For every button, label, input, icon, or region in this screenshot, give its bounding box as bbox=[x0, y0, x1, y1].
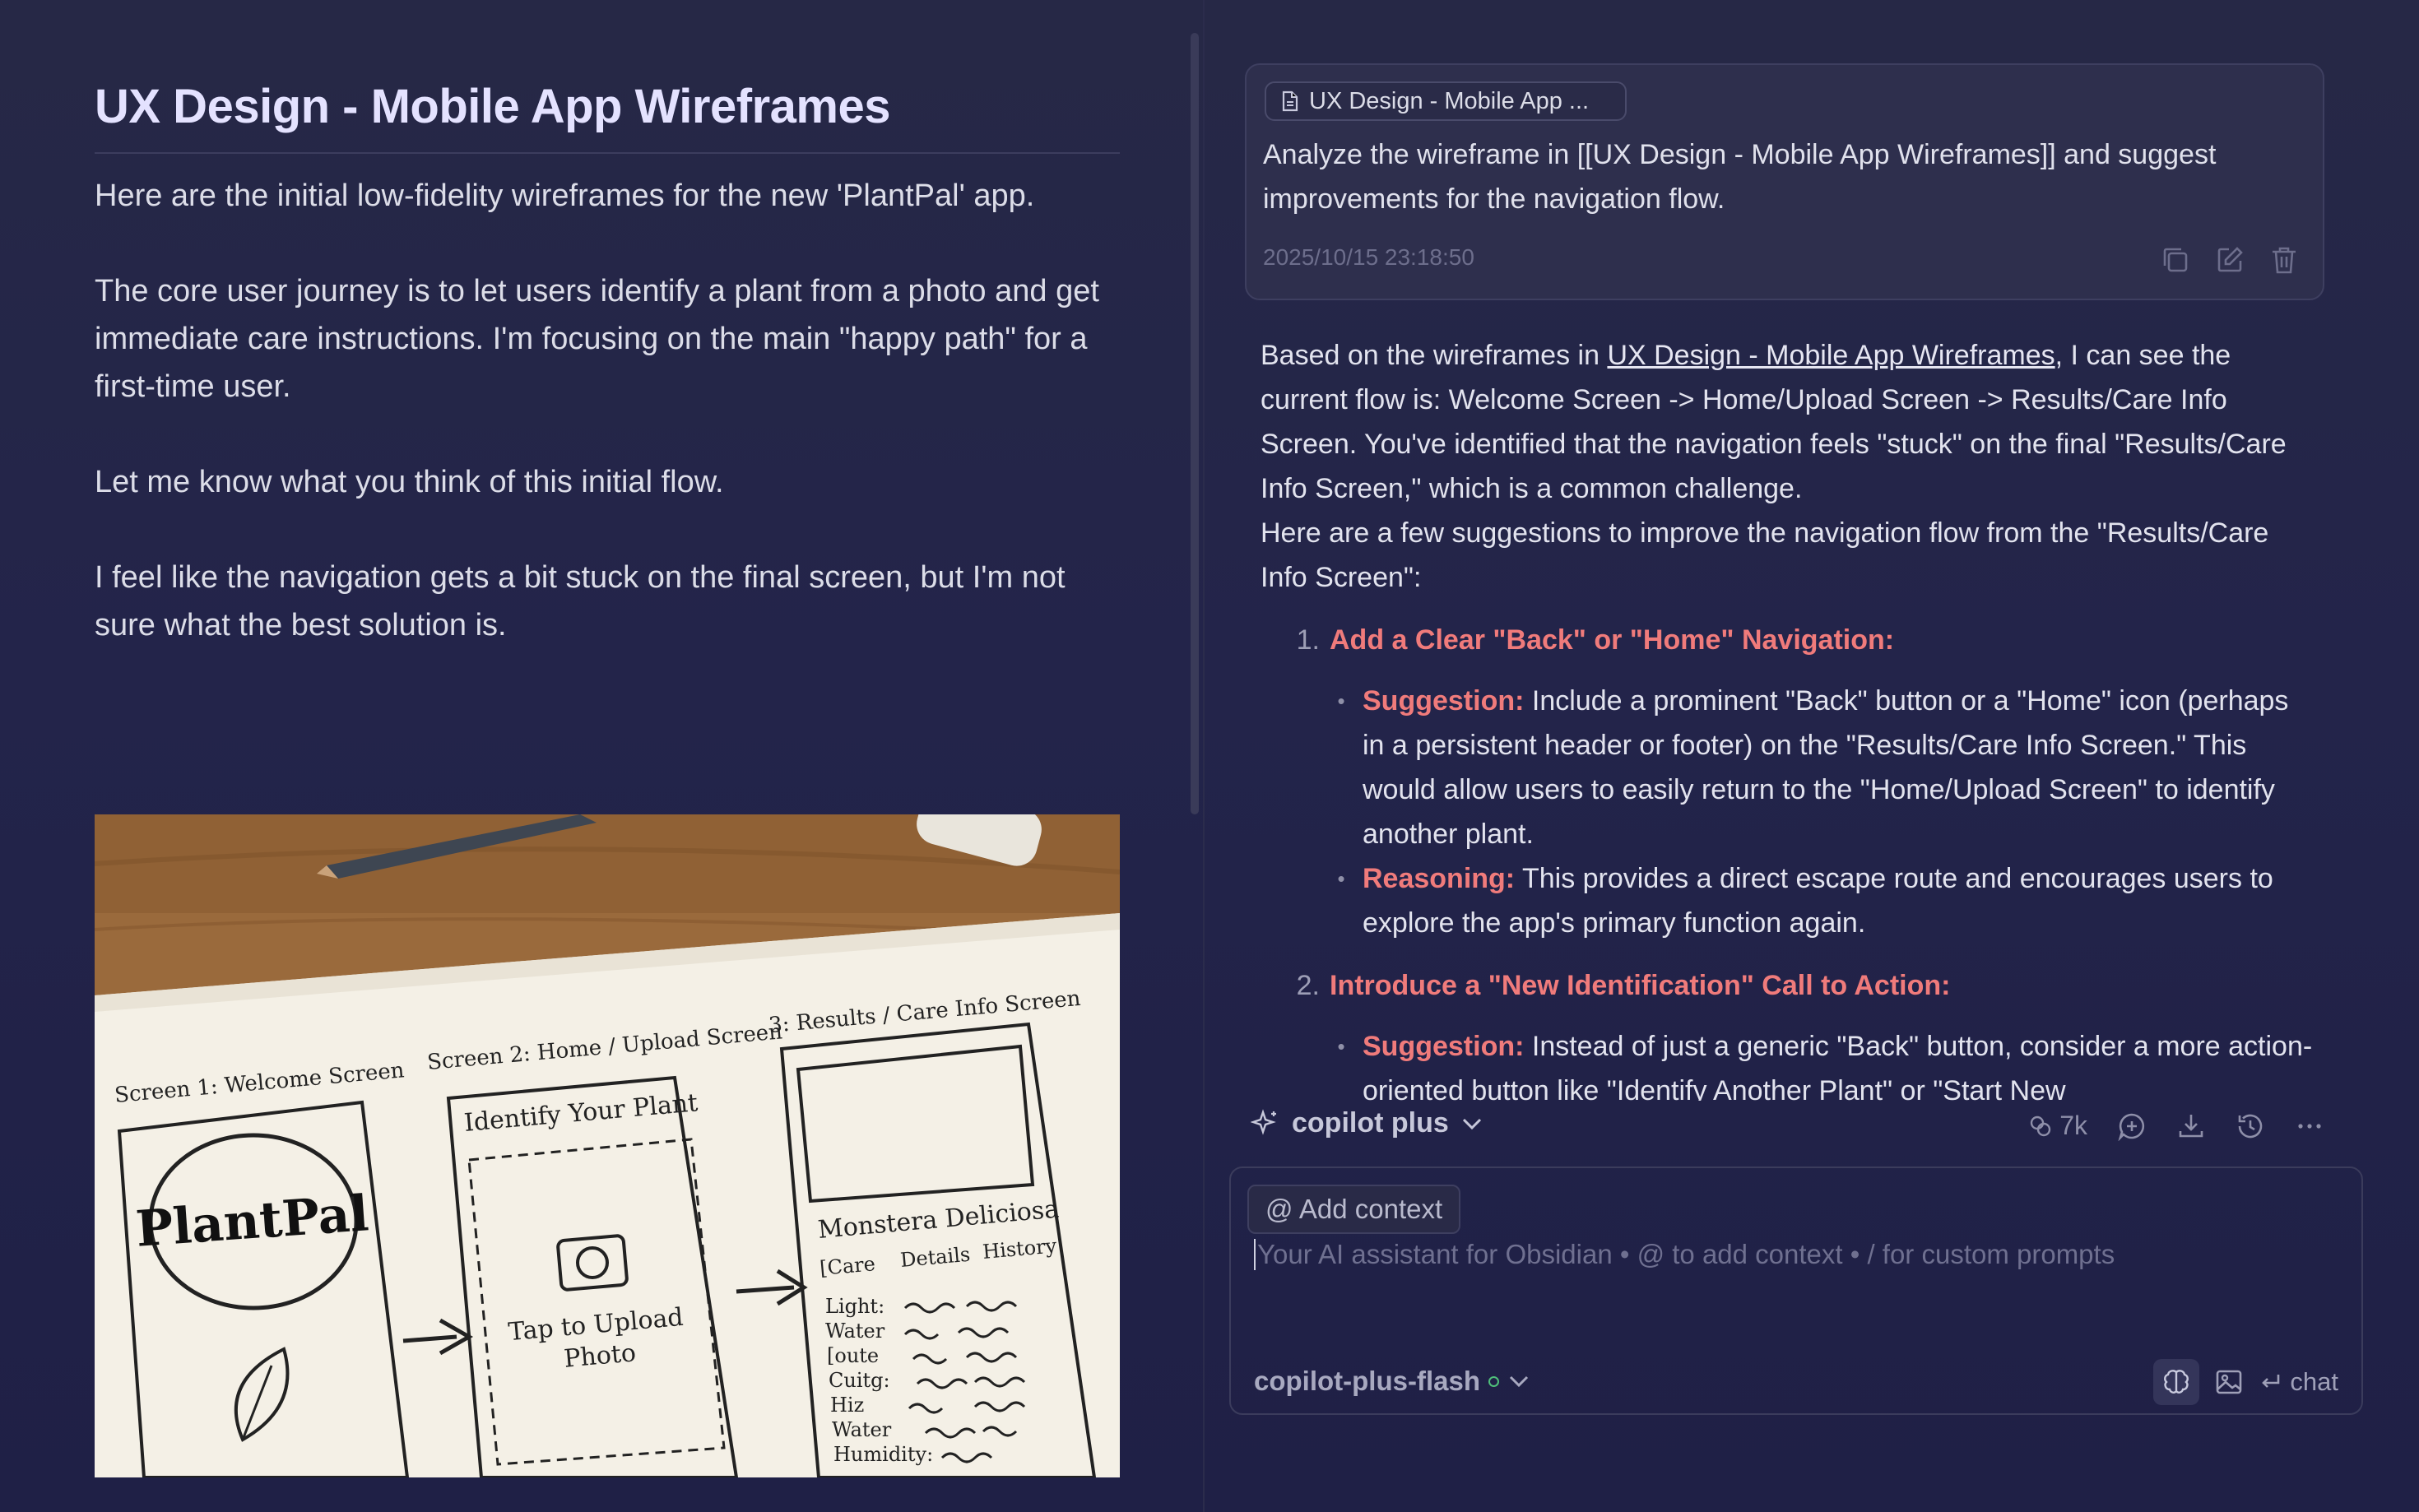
sketch-row: Light: bbox=[825, 1295, 884, 1318]
note-paragraph: Here are the initial low-fidelity wirefr… bbox=[95, 179, 1035, 213]
bullet-icon: • bbox=[1337, 866, 1345, 891]
list-item: 2. Introduce a "New Identification" Call… bbox=[1261, 963, 2314, 1008]
status-dot-icon bbox=[1488, 1375, 1499, 1387]
context-chip-label: UX Design - Mobile App ... bbox=[1309, 87, 1590, 114]
bullet-label: Reasoning: bbox=[1363, 863, 1516, 894]
mode-label: copilot plus bbox=[1292, 1107, 1449, 1139]
context-chip[interactable]: UX Design - Mobile App ... bbox=[1265, 81, 1627, 121]
text-caret bbox=[1254, 1239, 1256, 1270]
token-count[interactable]: 7k bbox=[2028, 1111, 2087, 1141]
sketch-row: Water bbox=[832, 1418, 892, 1441]
coins-icon bbox=[2028, 1114, 2053, 1139]
chevron-down-icon bbox=[1460, 1115, 1483, 1132]
note-title: UX Design - Mobile App Wireframes bbox=[95, 78, 1120, 154]
ai-response: Based on the wireframes in UX Design - M… bbox=[1261, 333, 2314, 1101]
sketch-tab: [Care bbox=[819, 1252, 876, 1280]
chat-input[interactable]: Your AI assistant for Obsidian • @ to ad… bbox=[1254, 1239, 2115, 1270]
chat-toolbar: copilot plus 7k bbox=[1251, 1107, 2324, 1148]
bullet-item: • Reasoning: This provides a direct esca… bbox=[1320, 856, 2314, 945]
bullet-list: • Suggestion: Instead of just a generic … bbox=[1320, 1024, 2314, 1101]
message-timestamp: 2025/10/15 23:18:50 bbox=[1263, 244, 1474, 270]
bullet-item: • Suggestion: Instead of just a generic … bbox=[1320, 1024, 2314, 1101]
bullet-label: Suggestion: bbox=[1363, 1031, 1525, 1062]
message-actions bbox=[2160, 244, 2300, 276]
ai-intro: Based on the wireframes in UX Design - M… bbox=[1261, 333, 2314, 511]
sketch-row: Water bbox=[825, 1320, 885, 1343]
note-paragraph: Let me know what you think of this initi… bbox=[95, 465, 724, 499]
list-item: 1. Add a Clear "Back" or "Home" Navigati… bbox=[1261, 618, 2314, 662]
model-label: copilot-plus-flash bbox=[1254, 1366, 1480, 1396]
chat-input-placeholder: Your AI assistant for Obsidian • @ to ad… bbox=[1257, 1239, 2115, 1269]
token-count-label: 7k bbox=[2059, 1111, 2087, 1140]
bullet-icon: • bbox=[1337, 689, 1345, 713]
image-icon[interactable] bbox=[2214, 1367, 2244, 1397]
trash-icon[interactable] bbox=[2268, 244, 2300, 276]
model-selector[interactable]: copilot-plus-flash bbox=[1254, 1366, 1530, 1397]
more-icon[interactable] bbox=[2295, 1111, 2324, 1141]
toolbar-actions: 7k bbox=[2028, 1111, 2324, 1141]
user-message-card: UX Design - Mobile App ... Analyze the w… bbox=[1245, 63, 2324, 300]
file-icon bbox=[1281, 90, 1299, 112]
user-message-text: Analyze the wireframe in [[UX Design - M… bbox=[1263, 139, 2217, 215]
new-chat-icon[interactable] bbox=[2117, 1111, 2147, 1141]
list-title: Introduce a "New Identification" Call to… bbox=[1330, 970, 1951, 1001]
bullet-list: • Suggestion: Include a prominent "Back"… bbox=[1320, 679, 2314, 945]
note-paragraph: I feel like the navigation gets a bit st… bbox=[95, 560, 1066, 642]
edit-icon[interactable] bbox=[2214, 244, 2245, 276]
bullet-label: Suggestion: bbox=[1363, 685, 1525, 717]
wireframe-photo: Screen 1: Welcome Screen Screen 2: Home … bbox=[95, 814, 1120, 1477]
enter-icon bbox=[2259, 1370, 2283, 1394]
pane-divider[interactable] bbox=[1203, 0, 1205, 1512]
note-link[interactable]: UX Design - Mobile App Wireframes bbox=[1607, 340, 2055, 371]
sketch-row: Cuitg: bbox=[829, 1369, 890, 1392]
bullet-item: • Suggestion: Include a prominent "Back"… bbox=[1320, 679, 2314, 856]
sparkle-icon bbox=[1251, 1108, 1280, 1139]
note-paragraph: The core user journey is to let users id… bbox=[95, 274, 1099, 404]
chevron-down-icon bbox=[1507, 1373, 1530, 1389]
history-icon[interactable] bbox=[2236, 1111, 2265, 1141]
scrollbar[interactable] bbox=[1191, 33, 1199, 814]
list-number: 2. bbox=[1296, 970, 1320, 1001]
send-label: chat bbox=[2290, 1367, 2338, 1396]
brain-toggle[interactable] bbox=[2153, 1359, 2200, 1405]
sketch-row: [oute bbox=[827, 1344, 879, 1367]
note-view: UX Design - Mobile App Wireframes Here a… bbox=[95, 78, 1120, 649]
send-button[interactable]: chat bbox=[2259, 1367, 2338, 1397]
add-context-button[interactable]: @ Add context bbox=[1247, 1185, 1461, 1234]
input-actions: chat bbox=[2153, 1359, 2338, 1405]
list-title: Add a Clear "Back" or "Home" Navigation: bbox=[1330, 624, 1895, 656]
sketch-row: Humidity: bbox=[833, 1443, 933, 1466]
ai-intro-2: Here are a few suggestions to improve th… bbox=[1261, 517, 2269, 593]
ai-intro-text: Based on the wireframes in bbox=[1261, 340, 1608, 371]
chat-input-box[interactable]: @ Add context Your AI assistant for Obsi… bbox=[1229, 1166, 2363, 1415]
mode-selector[interactable]: copilot plus bbox=[1251, 1107, 1483, 1139]
download-icon[interactable] bbox=[2176, 1111, 2206, 1141]
sketch-row: Hiz bbox=[830, 1394, 864, 1417]
bullet-icon: • bbox=[1337, 1034, 1345, 1059]
brain-icon bbox=[2164, 1370, 2189, 1394]
list-number: 1. bbox=[1296, 624, 1320, 656]
copy-icon[interactable] bbox=[2160, 244, 2191, 276]
